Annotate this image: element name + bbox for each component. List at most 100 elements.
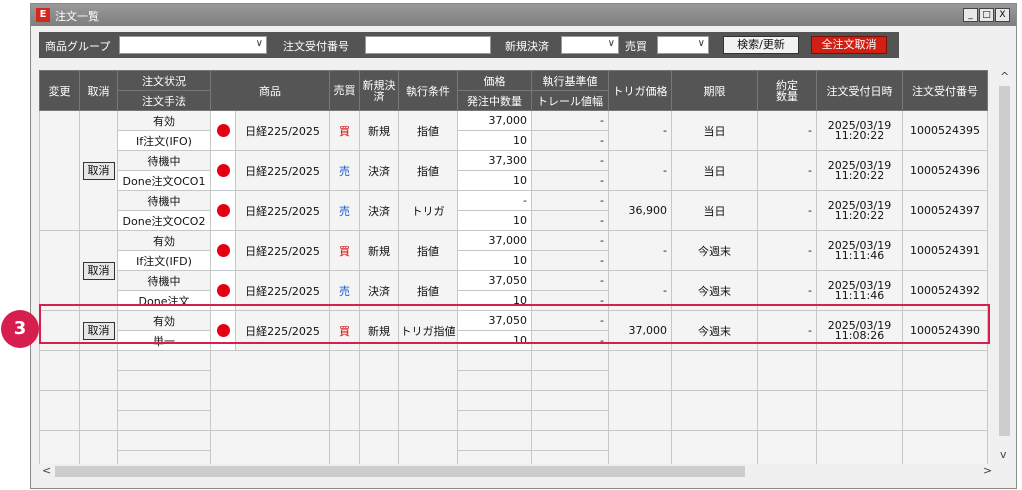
base-cell: -	[531, 110, 609, 131]
order-no-cell: 1000524395	[902, 110, 988, 151]
filled-cell: -	[757, 310, 817, 351]
scroll-up-icon[interactable]: ^	[1000, 70, 1009, 83]
cancel-order-button[interactable]: 取消	[82, 161, 115, 180]
method-cell: If注文(IFD)	[117, 250, 211, 271]
order-no-cell: 1000524396	[902, 150, 988, 191]
cancel-cell: 取消	[79, 230, 118, 311]
japan-flag-icon	[210, 270, 236, 311]
qty-cell: 10	[457, 250, 532, 271]
step-number-badge: 3	[1, 310, 39, 348]
col-filled: 約定数量	[757, 70, 817, 111]
condition-cell: 指値	[398, 110, 458, 151]
product-cell: 日経225/2025	[235, 190, 330, 231]
new-settle-select[interactable]: ∨	[561, 36, 619, 54]
col-trigger: トリガ価格	[608, 70, 672, 111]
order-no-cell: 1000524392	[902, 270, 988, 311]
col-change: 変更	[39, 70, 80, 111]
scroll-left-icon[interactable]: <	[42, 464, 51, 477]
method-cell: Done注文	[117, 290, 211, 311]
condition-cell: トリガ指値	[398, 310, 458, 351]
cancel-order-button[interactable]: 取消	[82, 321, 115, 340]
price-cell: 37,050	[457, 270, 532, 291]
date-cell: 2025/03/19 11:11:46	[816, 230, 903, 271]
cancel-cell: 取消	[79, 310, 118, 351]
condition-cell: 指値	[398, 230, 458, 271]
change-cell	[39, 110, 80, 231]
order-no-input[interactable]	[365, 36, 491, 54]
product-cell: 日経225/2025	[235, 270, 330, 311]
product-group-select[interactable]: ∨	[119, 36, 267, 54]
status-cell: 待機中	[117, 270, 211, 291]
horizontal-scrollbar[interactable]: < >	[39, 464, 996, 479]
method-cell: If注文(IFO)	[117, 130, 211, 151]
order-no-cell: 1000524397	[902, 190, 988, 231]
trigger-cell: 37,000	[608, 310, 672, 351]
filled-cell: -	[757, 150, 817, 191]
filled-cell: -	[757, 270, 817, 311]
date-cell: 2025/03/19 11:20:22	[816, 190, 903, 231]
vertical-scroll-thumb[interactable]	[999, 86, 1010, 436]
table-row: 取消 有効 日経225/2025 買 新規 トリガ指値 37,050 - 37,…	[39, 310, 988, 351]
col-period: 期限	[671, 70, 758, 111]
horizontal-scroll-thumb[interactable]	[55, 466, 745, 477]
condition-cell: 指値	[398, 270, 458, 311]
empty-row	[39, 390, 988, 431]
price-cell: -	[457, 190, 532, 211]
status-cell: 有効	[117, 230, 211, 251]
side-cell: 売	[329, 190, 360, 231]
chevron-down-icon: ∨	[255, 38, 263, 49]
change-cell	[39, 310, 80, 351]
table-row: 待機中 日経225/2025 売 決済 指値 37,050 - - 今週末 - …	[40, 270, 988, 311]
period-cell: 今週末	[671, 310, 758, 351]
period-cell: 今週末	[671, 230, 758, 271]
side-cell: 売	[329, 270, 360, 311]
newsettle-cell: 決済	[359, 150, 399, 191]
table-row: 取消 有効 日経225/2025 買 新規 指値 37,000 - - 今週末 …	[39, 230, 988, 311]
newsettle-cell: 決済	[359, 270, 399, 311]
order-no-label: 注文受付番号	[283, 40, 349, 53]
title-bar: E 注文一覧 _ □ X	[31, 4, 1016, 26]
price-cell: 37,050	[457, 310, 532, 331]
side-cell: 買	[329, 230, 360, 271]
order-list-window: E 注文一覧 _ □ X 商品グループ ∨ 注文受付番号 新規決済 ∨ 売買 ∨…	[30, 3, 1017, 489]
price-cell: 37,000	[457, 110, 532, 131]
status-cell: 待機中	[117, 150, 211, 171]
scroll-down-icon[interactable]: v	[1000, 448, 1007, 461]
search-update-button[interactable]: 検索/更新	[723, 36, 799, 54]
col-qty: 発注中数量	[457, 90, 532, 111]
qty-cell: 10	[457, 130, 532, 151]
trail-cell: -	[531, 330, 609, 351]
vertical-scrollbar[interactable]: ^ v	[997, 70, 1012, 462]
trigger-cell: -	[608, 110, 672, 151]
close-button[interactable]: X	[995, 8, 1010, 22]
qty-cell: 10	[457, 170, 532, 191]
col-product: 商品	[210, 70, 330, 111]
trail-cell: -	[531, 170, 609, 191]
empty-row	[39, 350, 988, 391]
order-no-cell: 1000524390	[902, 310, 988, 351]
japan-flag-icon	[210, 190, 236, 231]
period-cell: 今週末	[671, 270, 758, 311]
period-cell: 当日	[671, 150, 758, 191]
date-cell: 2025/03/19 11:20:22	[816, 110, 903, 151]
buysell-select[interactable]: ∨	[657, 36, 709, 54]
cancel-order-button[interactable]: 取消	[82, 261, 115, 280]
trail-cell: -	[531, 250, 609, 271]
cancel-all-button[interactable]: 全注文取消	[811, 36, 887, 54]
table-row: 取消 有効 日経225/2025 買 新規 指値 37,000 - - 当日 -…	[39, 110, 988, 231]
col-new-settle: 新規決済	[359, 70, 399, 111]
col-exec-base: 執行基準値	[531, 70, 609, 91]
new-settle-label: 新規決済	[505, 40, 549, 53]
filled-cell: -	[757, 190, 817, 231]
minimize-button[interactable]: _	[963, 8, 978, 22]
status-cell: 有効	[117, 110, 211, 131]
qty-cell: 10	[457, 290, 532, 311]
side-cell: 買	[329, 110, 360, 151]
base-cell: -	[531, 150, 609, 171]
method-cell: Done注文OCO1	[117, 170, 211, 191]
period-cell: 当日	[671, 190, 758, 231]
scroll-right-icon[interactable]: >	[983, 464, 992, 477]
col-method: 注文手法	[117, 90, 211, 111]
maximize-button[interactable]: □	[979, 8, 994, 22]
newsettle-cell: 新規	[359, 230, 399, 271]
